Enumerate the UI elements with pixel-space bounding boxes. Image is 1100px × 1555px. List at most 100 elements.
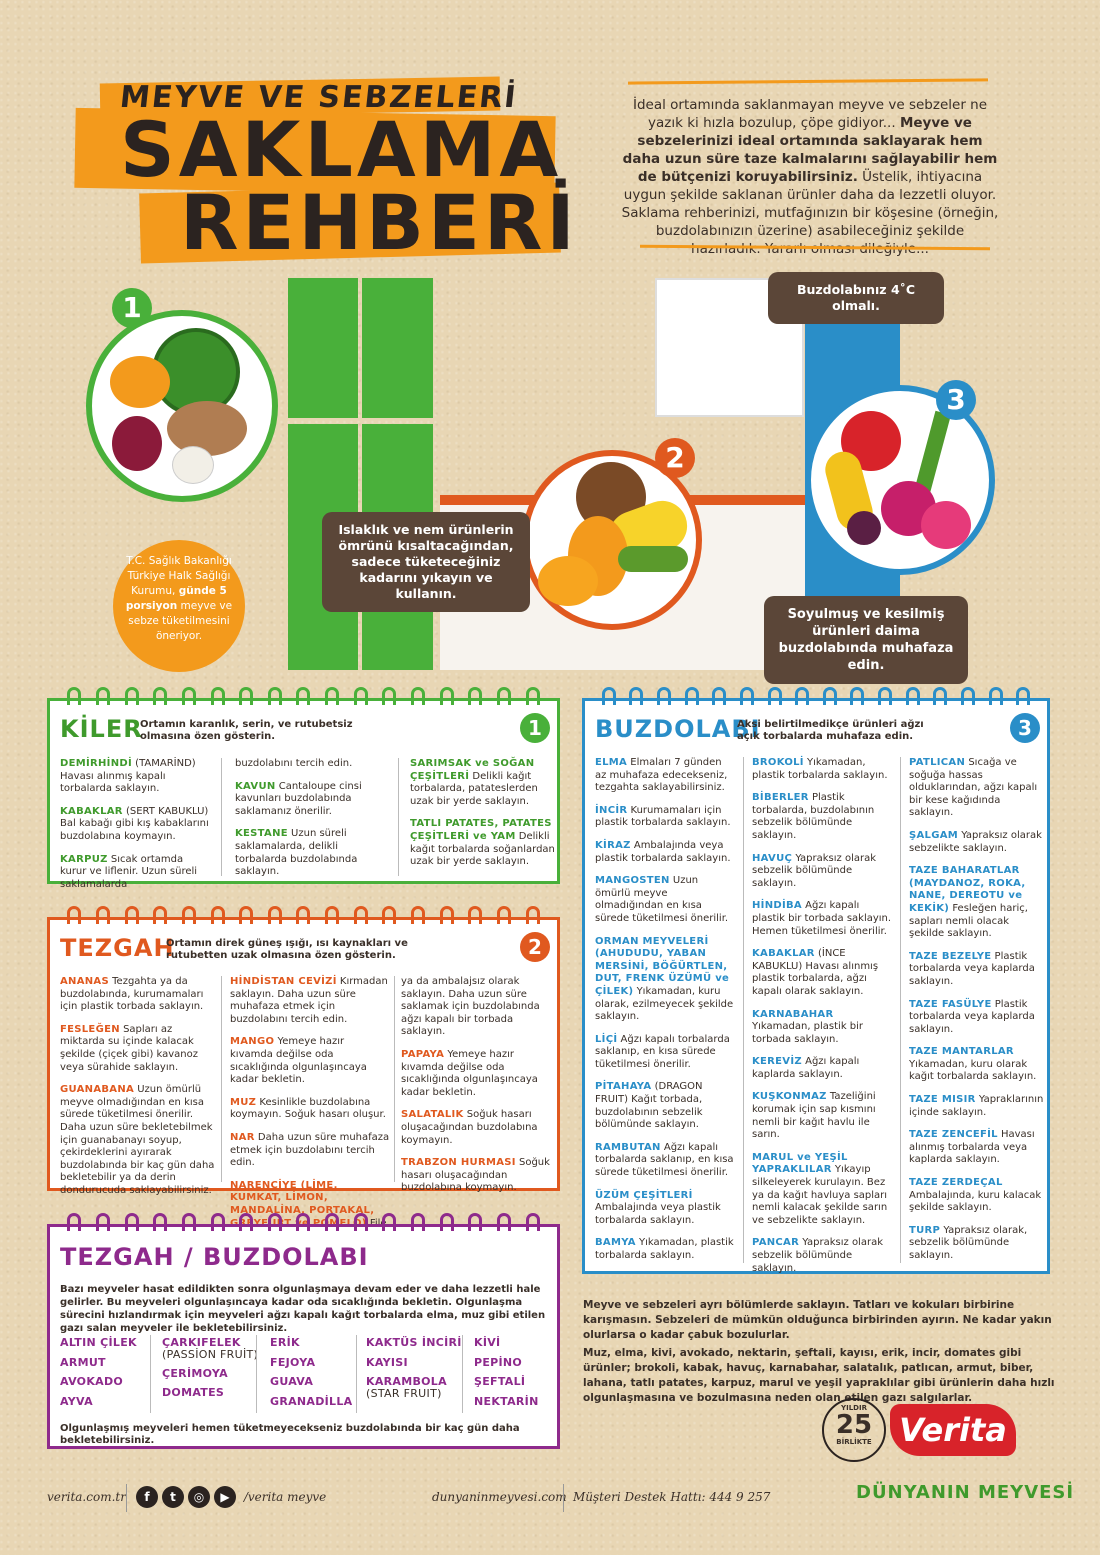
wash-tip-text: Islaklık ve nem ürünlerin ömrünü kısalta… (338, 522, 514, 601)
entry-key: KABAKLAR (60, 805, 123, 817)
cut-tip-text: Soyulmuş ve kesilmiş ürünleri daima buzd… (778, 607, 954, 673)
step-1-badge: 1 (112, 288, 152, 328)
footer-site[interactable]: verita.com.tr (47, 1490, 126, 1504)
panel-tezgah-buzdolabi: TEZGAH / BUZDOLABI Bazı meyveler hasat e… (47, 1213, 560, 1449)
entry-key: BROKOLİ (752, 757, 804, 768)
entry-key: BİBERLER (752, 792, 809, 804)
tb-col1: ALTIN ÇİLEK ARMUT AVOKADO AYVA (60, 1333, 137, 1411)
buzdolabi-col1: ELMA Elmaları 7 günden az muhafaza edece… (595, 757, 735, 1273)
tezgah-number: 2 (520, 932, 550, 962)
kiler-entry: KARPUZ Sıcak ortamda kurur ve liflenir. … (60, 854, 210, 892)
entry-key: KARPUZ (60, 853, 108, 865)
tb-col2: ÇARKIFELEK (PASSİON FRUİT) ÇERİMOYA DOMATES (162, 1333, 258, 1403)
buzdolabi-entry: BROKOLİ Yıkamadan, plastik torbalarda sa… (752, 757, 892, 782)
buzdolabi-entry: KİRAZ Ambalajında veya plastik torbalard… (595, 840, 735, 865)
social-handle: /verita meyve (243, 1490, 327, 1504)
entry-key: İNCİR (595, 804, 628, 816)
kiler-col2: buzdolabını tercih edin. KAVUN Cantaloupe… (235, 758, 390, 889)
entry-text: Ambalajında, kuru kalacak şekilde saklay… (909, 1189, 1042, 1214)
entry-key: TAZE MANTARLAR (909, 1046, 1014, 1058)
entry-key: ÜZÜM ÇEŞİTLERİ (595, 1189, 693, 1201)
entry-key: NAR (230, 1131, 255, 1143)
buzdolabi-entry: TAZE ZENCEFİL Havası alınmış torbalarda … (909, 1129, 1045, 1167)
entry-key: ŞALGAM (909, 829, 959, 841)
fruit-item: PEPİNO (474, 1355, 523, 1369)
tezgah-entry: HİNDİSTAN CEVİZİ Kırmadan saklayın. Daha… (230, 976, 390, 1026)
footer-site2[interactable]: dunyaninmeyvesi.com (432, 1490, 567, 1504)
buzdolabi-entry: LİÇİ Ağzı kapalı torbalarda saklanıp, en… (595, 1034, 735, 1072)
buzdolabi-entry: PATLICAN Sıcağa ve soğuğa hassas oldukla… (909, 757, 1045, 820)
entry-key: KABAKLAR (752, 948, 815, 960)
footer-hotline: Müşteri Destek Hattı: 444 9 257 (573, 1490, 771, 1504)
buzdolabi-entry: TAZE BEZELYE Plastik torbalarda veya kap… (909, 951, 1045, 989)
tezgah-entry: ya da ambalajsız olarak saklayın. Daha u… (401, 976, 557, 1039)
buzdolabi-entry: ORMAN MEYVELERİ (AHUDUDU, YABAN MERSİNİ,… (595, 936, 735, 1024)
instagram-icon[interactable]: ◎ (188, 1486, 210, 1508)
buzdolabi-entry: PANCAR Yapraksız olarak sebzelik bölümün… (752, 1237, 892, 1275)
anniversary-seal: YILDIR 25 BİRLİKTE (822, 1398, 886, 1462)
youtube-icon[interactable]: ▶ (214, 1486, 236, 1508)
tezgah-entry: FESLEĞEN Sapları az miktarda su içinde k… (60, 1024, 215, 1074)
entry-key: TAZE ZENCEFİL (909, 1129, 998, 1141)
tb-title: TEZGAH / BUZDOLABI (60, 1243, 369, 1271)
tb-col5: KİVİ PEPİNO ŞEFTALİ NEKTARİN (474, 1333, 539, 1411)
buzdolabi-entry: TAZE MISIR Yapraklarının içinde saklayın… (909, 1094, 1045, 1119)
entry-key: PANCAR (752, 1237, 800, 1249)
buzdolabi-title: BUZDOLABI (595, 715, 761, 743)
entry-key: PATLICAN (909, 757, 966, 768)
buzdolabi-entry: KABAKLAR (İNCE KABUKLU) Havası alınmış p… (752, 948, 892, 998)
buzdolabi-entry: MARUL ve YEŞİL YAPRAKLILAR Yıkayıp silke… (752, 1152, 892, 1228)
step-3-badge: 3 (936, 380, 976, 420)
buzdolabi-entry: ELMA Elmaları 7 günden az muhafaza edece… (595, 757, 735, 795)
entry-text: buzdolabını tercih edin. (235, 758, 353, 769)
kiler-entry: KABAKLAR (SERT KABUKLU) Bal kabağı gibi … (60, 806, 210, 844)
entry-key: MANGOSTEN (595, 875, 670, 887)
buzdolabi-entry: HAVUÇ Yapraksız olarak sebzelik bölümünd… (752, 853, 892, 891)
entry-key: KARNABAHAR (752, 1008, 834, 1020)
fruit-item: ÇARKIFELEK (PASSİON FRUİT) (162, 1336, 259, 1361)
buzdolabi-entry: TAZE FASÜLYE Plastik torbalarda veya kap… (909, 999, 1045, 1037)
entry-key: FESLEĞEN (60, 1023, 120, 1035)
tb-col3: ERİK FEJOYA GUAVA GRANADİLLA (270, 1333, 353, 1411)
buzdolabi-entry: İNCİR Kurumamaları için plastik torbalar… (595, 805, 735, 830)
fruit-item: DOMATES (162, 1386, 225, 1399)
entry-key: TAZE BEZELYE (909, 950, 992, 962)
entry-text: Yıkamadan, kuru olarak kağıt torbalarda … (909, 1058, 1037, 1083)
entry-key: MUZ (230, 1096, 257, 1108)
entry-key: SALATALIK (401, 1109, 464, 1121)
cut-tip-callout: Soyulmuş ve kesilmiş ürünleri daima buzd… (764, 596, 968, 684)
facebook-icon[interactable]: f (136, 1486, 158, 1508)
entry-key: KESTANE (235, 828, 288, 840)
fruit-item: KAKTÜS İNCİRİ (366, 1336, 462, 1349)
twitter-icon[interactable]: t (162, 1486, 184, 1508)
entry-key: KAVUN (235, 780, 276, 792)
intro-text: İdeal ortamında saklanmayan meyve ve seb… (621, 97, 999, 257)
entry-text: Ambalajında veya plastik torbalarda sakl… (595, 1202, 721, 1226)
fruit-item: ŞEFTALİ (474, 1375, 526, 1388)
fruit-item: ERİK (270, 1336, 300, 1349)
title-line2: REHBERİ (180, 178, 579, 267)
fruit-item: AVOKADO (60, 1375, 124, 1388)
fruit-item: KARAMBOLA (STAR FRUIT) (366, 1375, 447, 1400)
kiler-entry: KAVUN Cantaloupe cinsi kavunları buzdola… (235, 781, 390, 819)
fruit-item: ÇERİMOYA (162, 1366, 228, 1380)
panel-kiler: KİLER Ortamın karanlık, serin, ve rutube… (47, 687, 560, 890)
fruit-item: GRANADİLLA (270, 1394, 353, 1408)
entry-key: TURP (909, 1224, 941, 1236)
verita-logo: Verita (890, 1404, 1016, 1456)
tezgah-col2: HİNDİSTAN CEVİZİ Kırmadan saklayın. Daha… (230, 976, 390, 1253)
entry-text: Uzun ömürlü meyve olmadığından en kısa s… (60, 1084, 215, 1196)
kiler-entry: KESTANE Uzun süreli saklamalarda, delikl… (235, 828, 390, 878)
tezgah-entry: MANGO Yemeye hazır kıvamda değilse oda s… (230, 1036, 390, 1086)
entry-key: PİTAHAYA (595, 1081, 652, 1093)
tb-intro: Bazı meyveler hasat edildikten sonra olg… (60, 1284, 546, 1334)
buzdolabi-entry: BAMYA Yıkamadan, plastik torbalarda sakl… (595, 1237, 735, 1262)
tezgah-entry: ANANAS Tezgahta ya da buzdolabında, kuru… (60, 976, 215, 1014)
fruit-item: ALTIN ÇİLEK (60, 1336, 137, 1349)
fruit-item: FEJOYA (270, 1355, 316, 1369)
kiler-col1: DEMİRHİNDİ (TAMARİND) Havası alınmış kap… (60, 758, 210, 901)
fruit-item: KAYISI (366, 1355, 408, 1369)
buzdolabi-entry: TAZE BAHARATLAR (MAYDANOZ, ROKA, NANE, D… (909, 865, 1045, 941)
entry-key: MANGO (230, 1036, 275, 1048)
plate-pantry (86, 310, 278, 502)
